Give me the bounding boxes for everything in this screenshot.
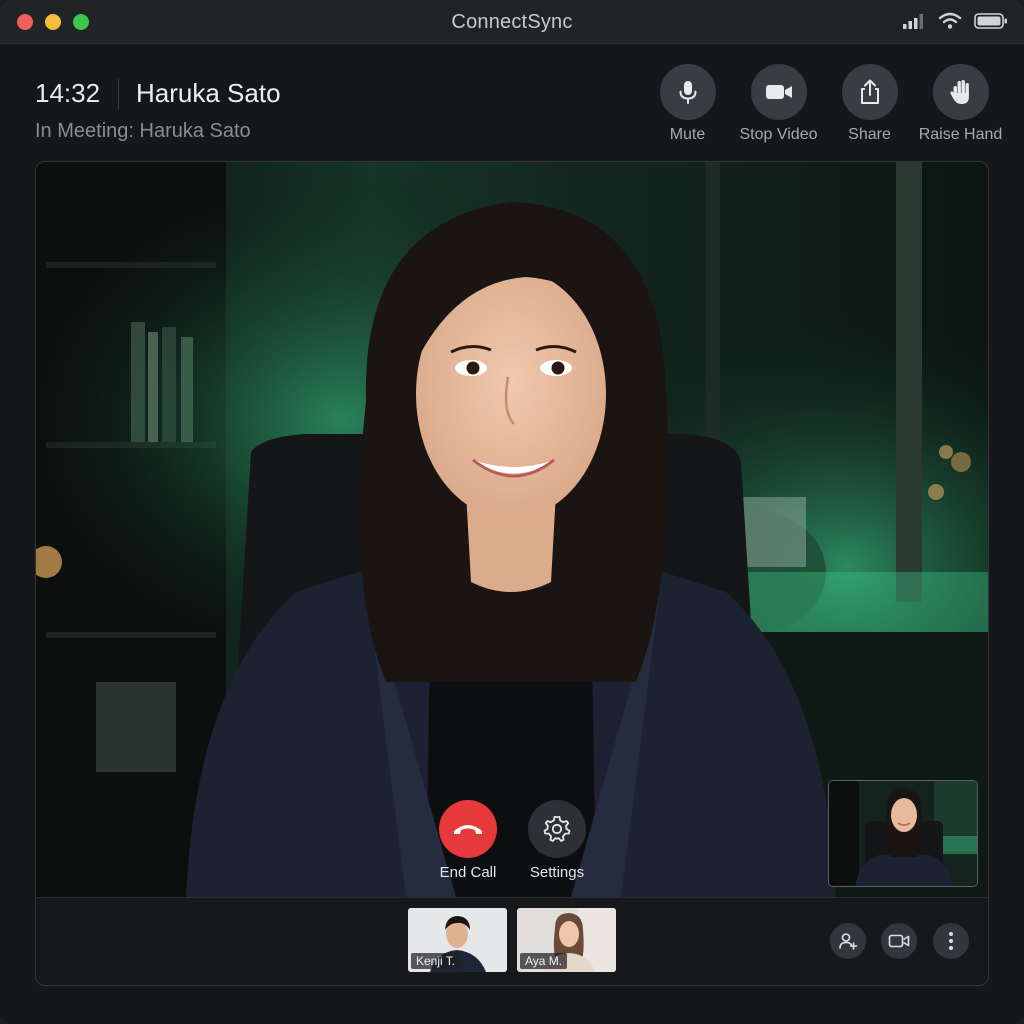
more-options-button[interactable] xyxy=(933,923,969,959)
settings-button[interactable]: Settings xyxy=(512,800,602,881)
hand-icon xyxy=(949,80,969,104)
end-call-label: End Call xyxy=(439,864,497,881)
raise-hand-label: Raise Hand xyxy=(918,126,1003,143)
raise-hand-button[interactable]: Raise Hand xyxy=(915,64,1006,144)
participant-name: Aya M. xyxy=(520,953,568,969)
video-stage: End Call Settings Kenji T. Aya M. xyxy=(35,161,989,986)
participant-thumbnail-kenji[interactable]: Kenji T. xyxy=(408,908,507,972)
participant-strip: Kenji T. Aya M. xyxy=(36,897,988,985)
add-participant-button[interactable] xyxy=(830,923,866,959)
video-camera-icon xyxy=(765,85,792,99)
title-bar: ConnectSync xyxy=(0,0,1024,44)
participant-name: Kenji T. xyxy=(411,953,461,969)
call-clock: 14:32 xyxy=(35,78,101,108)
system-status xyxy=(902,12,1008,30)
video-camera-icon xyxy=(888,934,910,948)
self-view-feed xyxy=(829,781,977,886)
app-title: ConnectSync xyxy=(451,11,573,33)
gear-icon xyxy=(543,816,571,842)
wifi-icon xyxy=(938,12,962,29)
stop-video-label: Stop Video xyxy=(739,126,818,143)
mute-button[interactable]: Mute xyxy=(642,64,733,144)
main-video-feed: End Call Settings xyxy=(36,162,988,897)
end-call-button[interactable]: End Call xyxy=(423,800,513,881)
app-window: ConnectSync 14:32 Haruka Sato In Meeting… xyxy=(0,0,1024,1024)
share-icon xyxy=(860,79,879,104)
add-participant-icon xyxy=(839,933,858,950)
meeting-status: In Meeting: Haruka Sato xyxy=(35,120,251,142)
stop-video-button[interactable]: Stop Video xyxy=(733,64,824,144)
battery-icon xyxy=(974,13,1007,29)
header-divider xyxy=(118,79,119,109)
camera-toggle-button[interactable] xyxy=(881,923,917,959)
participant-thumbnail-aya[interactable]: Aya M. xyxy=(517,908,616,972)
settings-label: Settings xyxy=(529,864,585,881)
phone-hangup-icon xyxy=(454,825,482,834)
self-view-video[interactable] xyxy=(828,780,978,887)
signal-icon xyxy=(903,14,923,29)
share-button[interactable]: Share xyxy=(824,64,915,144)
microphone-icon xyxy=(679,81,696,104)
share-label: Share xyxy=(848,126,891,143)
meeting-controls: Mute Stop Video Share Raise Hand xyxy=(642,64,1006,144)
more-options-icon xyxy=(949,932,953,950)
caller-name: Haruka Sato xyxy=(136,78,281,108)
mute-label: Mute xyxy=(669,126,706,143)
